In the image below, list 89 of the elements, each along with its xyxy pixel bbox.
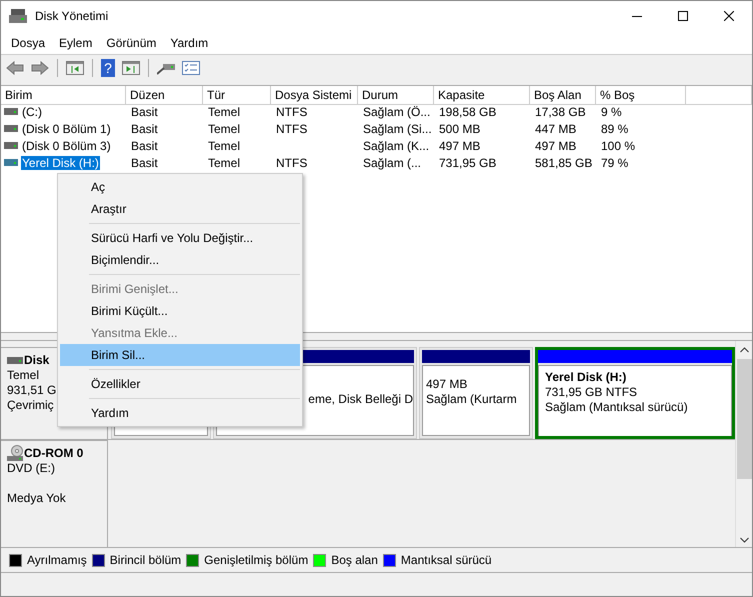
scroll-up-icon[interactable] [740,347,748,353]
maximize-icon[interactable] [678,11,688,21]
table-cell: 17,38 GB [535,104,586,118]
table-cell: 731,95 GB [439,156,496,170]
table-cell: Basit [131,138,158,152]
legend-label: Mantıksal sürücü [400,553,492,567]
partition-info: 731,95 GB NTFS [545,385,638,400]
table-cell: Sağlam (... [363,156,422,170]
table-cell: Temel [208,156,240,170]
console-tree-button[interactable] [64,58,86,78]
table-cell: Temel [208,138,240,152]
legend-label: Genişletilmiş bölüm [204,553,308,567]
partition-info: Sağlam (Mantıksal sürücü) [545,400,689,415]
checklist-button[interactable] [180,58,202,78]
action-pane-button[interactable] [120,58,142,78]
forward-button[interactable] [29,58,51,78]
table-cell: Sağlam (Si... [363,122,432,136]
disk-info: Temel [7,368,40,382]
table-cell: Sağlam (Ö... [363,104,430,118]
column-header[interactable]: Dosya Sistemi [271,86,358,105]
partition-block[interactable]: 497 MB Sağlam (Kurtarm [419,347,533,439]
disk-info: DVD (E:) [7,461,55,475]
table-cell: Sağlam (K... [363,138,430,152]
table-cell: 79 % [601,156,628,170]
menu-item[interactable]: Birimi Küçült... [60,300,300,322]
legend-label: Boş alan [331,553,378,567]
table-cell: 100 % [601,138,636,152]
column-header[interactable]: Durum [358,86,434,105]
table-cell: 497 MB [439,138,480,152]
table-cell: 447 MB [535,122,576,136]
disk-info: Medya Yok [7,491,66,505]
menu-item[interactable]: Sürücü Harfi ve Yolu Değiştir... [60,227,300,249]
drive-icon [7,356,23,364]
disk-name: Disk [24,353,50,367]
table-cell: Basit [131,104,158,118]
column-header[interactable]: Düzen [126,86,203,105]
volume-name[interactable]: Yerel Disk (H:) [21,156,100,170]
table-cell: Temel [208,122,240,136]
disk-name: CD-ROM 0 [24,446,84,460]
table-cell: 500 MB [439,122,480,136]
menu-item[interactable]: Aç [60,176,300,198]
partition-title: Yerel Disk (H:) [545,370,628,385]
disk-drive-icon [9,9,27,23]
scrollbar[interactable] [735,341,752,547]
column-header[interactable]: Boş Alan [530,86,596,105]
disk-info: 931,51 G [7,383,56,397]
table-cell: 581,85 GB [535,156,592,170]
volume-name[interactable]: (C:) [21,104,43,118]
legend-label: Birincil bölüm [110,553,182,567]
scrollbar-thumb[interactable] [736,359,752,479]
volume-name[interactable]: (Disk 0 Bölüm 3) [21,138,112,152]
partition-info: Sağlam (Kurtarm [426,392,518,407]
table-cell: NTFS [276,104,308,118]
drive-icon [4,108,18,115]
cd-drive-icon [7,445,23,461]
menu-item[interactable]: Yardım [163,34,216,52]
menu-item[interactable]: Birim Sil... [60,344,300,366]
back-button[interactable] [4,58,26,78]
help-button[interactable]: ? [99,58,117,78]
table-cell: 9 % [601,104,622,118]
column-header[interactable]: Tür [203,86,271,105]
menu-item[interactable]: Eylem [52,34,100,52]
menu-item[interactable]: Dosya [4,34,52,52]
column-header[interactable]: Kapasite [434,86,530,105]
volume-name[interactable]: (Disk 0 Bölüm 1) [21,122,112,136]
table-cell: Basit [131,156,158,170]
partition-info: 497 MB [426,377,468,392]
table-cell: 497 MB [535,138,576,152]
drive-icon [4,125,18,132]
column-header[interactable]: % Boş [596,86,686,105]
table-cell: 89 % [601,122,628,136]
window-title: Disk Yönetimi [35,9,108,23]
legend-label: Ayrılmamış [27,553,87,567]
table-cell: NTFS [276,122,308,136]
drive-icon [4,142,18,149]
drive-icon [4,159,18,166]
column-header[interactable]: Birim [1,86,126,105]
menu-item[interactable]: Araştır [60,198,300,220]
close-icon[interactable] [724,11,734,21]
table-cell: 198,58 GB [439,104,496,118]
menu-item[interactable]: Görünüm [99,34,164,52]
partition-info: eme, Disk Belleği D [308,392,413,407]
table-cell: NTFS [276,156,308,170]
scroll-down-icon[interactable] [740,537,748,543]
disk-info: Çevrimiç [7,398,54,412]
menu-item[interactable]: Biçimlendir... [60,249,300,271]
table-cell: Temel [208,104,240,118]
table-cell: Basit [131,122,158,136]
partition-block[interactable]: Yerel Disk (H:) 731,95 GB NTFS Sağlam (Mantıksal sürücü) [535,347,735,439]
